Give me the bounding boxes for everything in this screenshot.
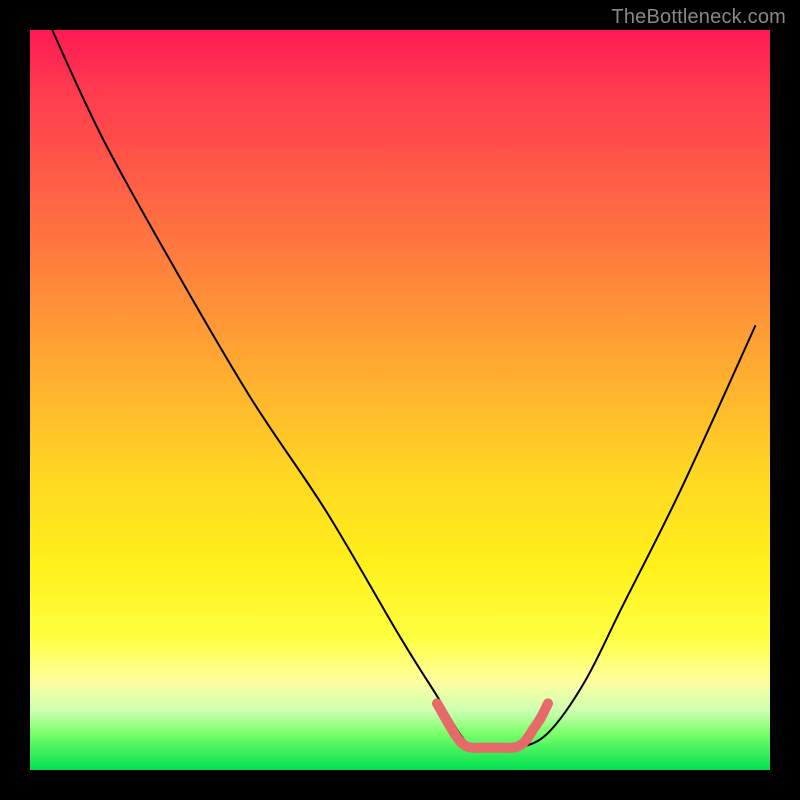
- chart-svg: [30, 30, 770, 770]
- watermark-text: TheBottleneck.com: [611, 6, 786, 29]
- bottleneck-curve-path: [52, 30, 755, 749]
- plot-area: [30, 30, 770, 770]
- valley-marker-path: [437, 703, 548, 747]
